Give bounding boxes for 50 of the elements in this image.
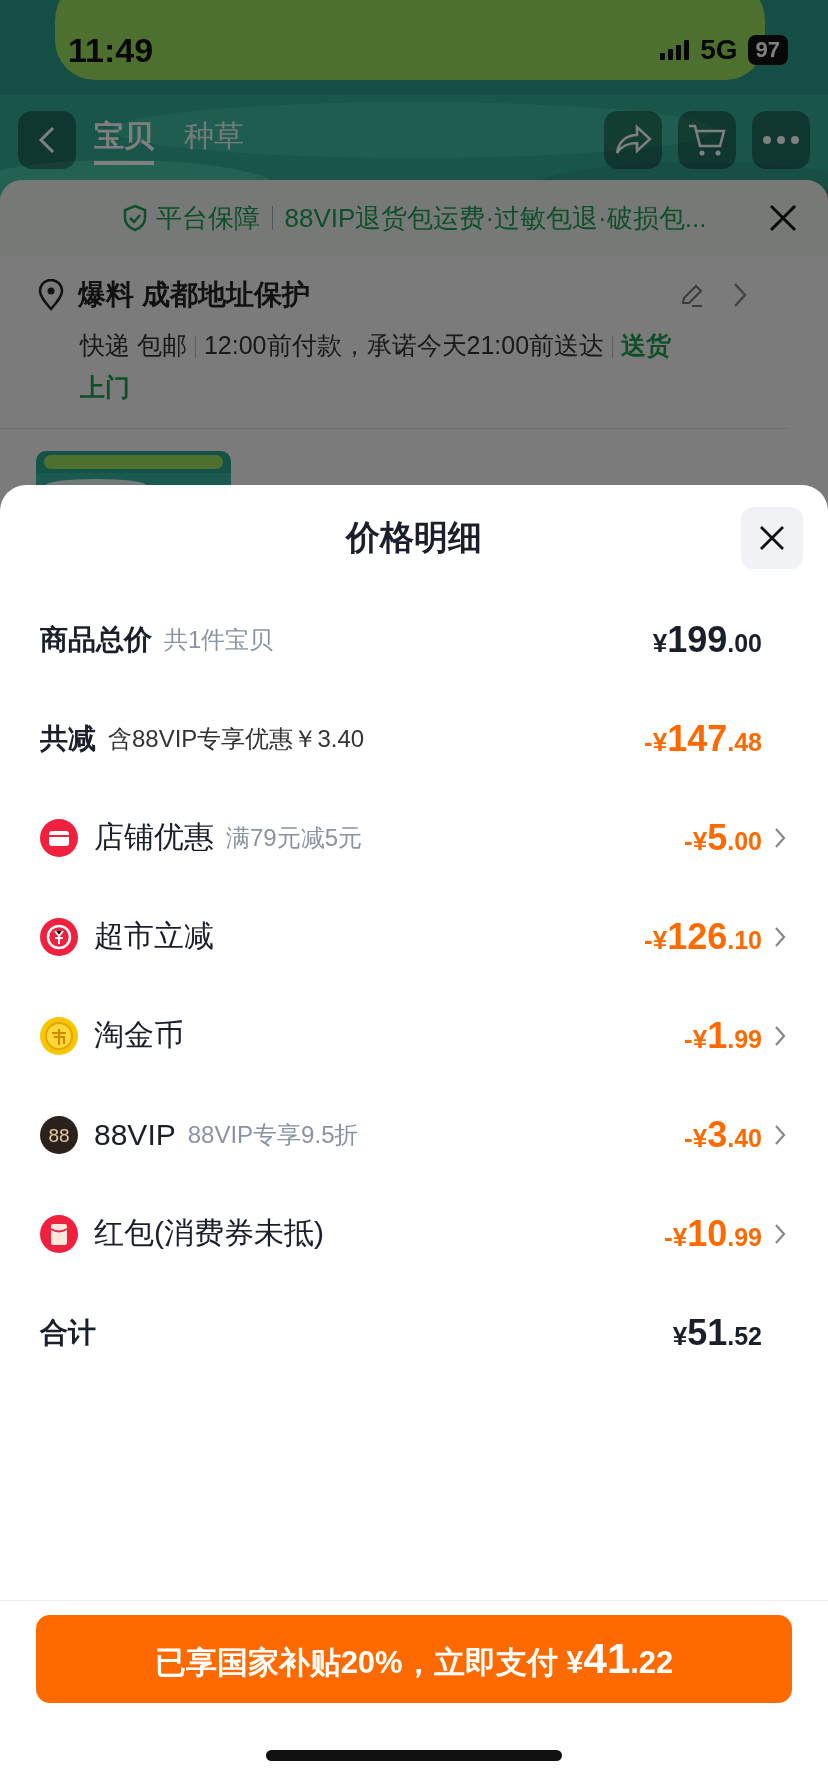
amount: -¥5.00 <box>684 816 762 859</box>
chevron-right-icon[interactable] <box>732 281 748 309</box>
location-pin-icon <box>36 279 66 311</box>
nav-tab[interactable]: 宝贝 <box>94 115 154 165</box>
status-time: 11:49 <box>68 30 154 70</box>
row-note: 满79元减5元 <box>226 822 363 853</box>
chevron-right-icon[interactable] <box>774 1222 786 1245</box>
chevron-right-icon[interactable] <box>774 925 786 948</box>
row-label: 88VIP <box>94 1117 176 1152</box>
close-icon[interactable] <box>768 203 798 233</box>
chevron-right-icon[interactable] <box>774 1024 786 1047</box>
cart-icon <box>687 122 727 158</box>
row-label: 共减 <box>40 721 96 756</box>
more-icon <box>761 135 801 145</box>
signal-icon <box>660 40 691 60</box>
row-label: 商品总价 <box>40 622 152 657</box>
nav-tab[interactable]: 种草 <box>184 115 244 165</box>
battery-level: 97 <box>747 35 788 65</box>
chevron-right-icon[interactable] <box>774 1123 786 1146</box>
sheet-title: 价格明细 <box>346 516 482 558</box>
amount: -¥126.10 <box>644 915 762 958</box>
amount: -¥1.99 <box>684 1014 762 1057</box>
address-title: 爆料 成都地址保护 <box>78 278 310 312</box>
row-note: 88VIP专享9.5折 <box>187 1119 359 1150</box>
envelope-icon <box>40 1214 78 1253</box>
network-label: 5G <box>700 34 738 66</box>
chevron-right-icon[interactable] <box>774 826 786 849</box>
row-label: 合计 <box>40 1315 96 1350</box>
amount: -¥10.99 <box>664 1212 762 1255</box>
row-label: 店铺优惠 <box>94 819 214 855</box>
pay-button[interactable]: 已享国家补贴20%，立即支付 ¥41.22 <box>36 1615 792 1703</box>
row-note: 含88VIP专享优惠￥3.40 <box>108 723 365 754</box>
close-icon <box>759 525 785 551</box>
row-label: 淘金币 <box>94 1017 184 1053</box>
guarantee-title: 平台保障 <box>155 201 260 235</box>
amount: -¥3.40 <box>684 1113 762 1156</box>
store-icon <box>40 818 78 857</box>
row-note: 共1件宝贝 <box>164 624 274 655</box>
row-label: 超市立减 <box>94 918 214 954</box>
amount: ¥199.00 <box>652 618 762 661</box>
yen-coin-icon <box>40 917 78 956</box>
guarantee-text: 88VIP退货包运费·过敏包退·破损包... <box>284 201 707 235</box>
shield-icon <box>121 204 148 232</box>
delivery-info: 快递 包邮 12:00前付款，承诺今天21:00前送达 送货上门 <box>80 330 673 403</box>
row-label: 红包(消费券未抵) <box>94 1215 324 1251</box>
vip-badge-icon: 88 <box>40 1115 78 1154</box>
amount: ¥51.52 <box>672 1311 762 1354</box>
close-button[interactable] <box>741 507 803 569</box>
amount: -¥147.48 <box>644 717 762 760</box>
coin-icon <box>40 1016 78 1055</box>
